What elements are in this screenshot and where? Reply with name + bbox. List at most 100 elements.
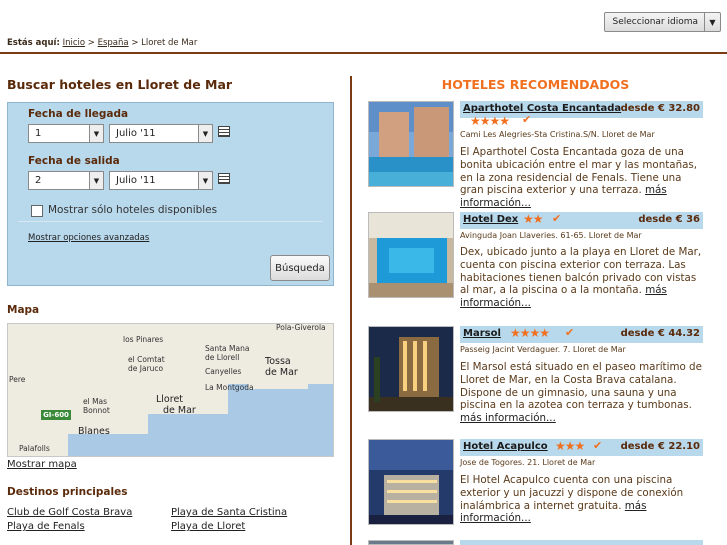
language-selector-label: Seleccionar idioma [612,17,698,27]
hotel-address: Avinguda Joan Llaveries. 61-65. Lloret d… [460,231,642,240]
map-label: La Montgoda [205,383,254,392]
checkmark-icon: ✔ [552,212,562,225]
available-only-checkbox[interactable] [31,205,43,217]
hotel-card: Marsol ★★★★ ✔ desde € 44.32 Passeig Jaci… [368,326,703,426]
hotel-description-text: El Marsol está situado en el paseo marít… [460,361,702,412]
hotel-address: Cami Les Alegries-Sta Cristina.S/N. Llor… [460,130,655,139]
advanced-options-link[interactable]: Mostrar opciones avanzadas [28,233,149,243]
map-label: Bonnot [83,406,110,415]
hotel-card: Aparthotel Costa Encantada ★★★★ ✔ desde … [368,101,703,209]
destinations-title: Destinos principales [7,486,128,498]
map-label: Blanes [78,426,110,437]
hotel-card: Hotel Acapulco ★★★ ✔ desde € 22.10 Jose … [368,439,703,539]
left-column: Buscar hoteles en Lloret de Mar Fecha de… [7,77,337,532]
hotel-photo[interactable] [368,212,454,298]
map-label: de Llorell [205,353,240,362]
hotel-price: desde € 36 [638,214,700,225]
map-label: Palafolls [19,444,50,453]
star-rating: ★★★★ [470,114,510,128]
divider [18,221,323,222]
destination-link[interactable]: Playa de Santa Cristina [171,507,287,518]
map-label: los Pinares [123,335,164,344]
hotel-card [368,540,703,545]
breadcrumb-country-link[interactable]: España [98,38,129,48]
breadcrumb-separator: > [87,38,95,48]
chevron-down-icon: ▼ [198,172,212,189]
hotel-header: Hotel Dex ★★ ✔ desde € 36 [460,212,703,229]
breadcrumb-separator: > [131,38,139,48]
map-label: Tossa [265,356,291,367]
hotel-photo[interactable] [368,439,454,525]
recommended-title: HOTELES RECOMENDADOS [441,77,630,92]
map-label: el Comtat [128,355,165,364]
search-title: Buscar hoteles en Lloret de Mar [7,77,233,92]
breadcrumb-home-link[interactable]: Inicio [63,38,86,48]
available-only-label: Mostrar sólo hoteles disponibles [48,204,218,216]
map[interactable]: Pola-Giverola los Pinares Santa Mana de … [7,323,334,457]
hotel-description-text: El Hotel Acapulco cuenta con una piscina… [460,474,684,512]
hotel-photo[interactable] [368,540,454,545]
map-label: Canyelles [205,367,242,376]
chevron-down-icon[interactable]: ▼ [704,13,720,31]
hotel-name-link[interactable]: Hotel Dex [463,214,518,225]
destination-link[interactable]: Club de Golf Costa Brava [7,507,132,518]
checkin-day-value: 1 [35,128,42,139]
chevron-down-icon: ▼ [198,125,212,142]
map-label: de Mar [265,367,298,378]
calendar-icon[interactable] [218,173,230,184]
checkout-day-select[interactable]: 2 ▼ [28,171,104,190]
checkmark-icon: ✔ [565,326,575,339]
checkout-month-select[interactable]: Julio '11 ▼ [109,171,213,190]
destination-link[interactable]: Playa de Fenals [7,521,85,532]
road-label: GI-600 [41,410,71,420]
star-rating: ★★★★ [510,326,550,340]
show-map-link[interactable]: Mostrar mapa [7,459,77,470]
breadcrumb: Estás aquí: Inicio > España > Lloret de … [7,38,197,48]
checkout-label: Fecha de salida [28,155,120,167]
hotel-name-link[interactable]: Aparthotel Costa Encantada [463,103,621,114]
checkout-month-value: Julio '11 [116,175,156,186]
hotel-description: Dex, ubicado junto a la playa en Lloret … [460,246,703,310]
calendar-icon[interactable] [218,126,230,137]
checkmark-icon: ✔ [522,113,532,126]
hotel-header [460,540,703,545]
top-bar: Seleccionar idioma ▼ [0,0,727,36]
hotel-price: desde € 22.10 [620,441,700,452]
hotel-header: Aparthotel Costa Encantada ★★★★ ✔ desde … [460,101,703,128]
hotel-price: desde € 44.32 [620,328,700,339]
hotel-description: El Marsol está situado en el paseo marít… [460,361,703,425]
map-label: de Jaruco [128,364,164,373]
hotel-header: Hotel Acapulco ★★★ ✔ desde € 22.10 [460,439,703,456]
map-label: Lloret [156,394,184,405]
breadcrumb-bar: Estás aquí: Inicio > España > Lloret de … [0,36,727,54]
checkmark-icon: ✔ [593,439,603,452]
checkin-label: Fecha de llegada [28,108,129,120]
hotel-description: El Aparthotel Costa Encantada goza de un… [460,146,703,210]
chevron-down-icon: ▼ [89,172,103,189]
checkin-month-select[interactable]: Julio '11 ▼ [109,124,213,143]
hotel-photo[interactable] [368,326,454,412]
search-form: Fecha de llegada 1 ▼ Julio '11 ▼ Fecha d… [7,102,334,286]
checkin-day-select[interactable]: 1 ▼ [28,124,104,143]
hotel-header: Marsol ★★★★ ✔ desde € 44.32 [460,326,703,343]
map-land [248,379,308,389]
map-title: Mapa [7,304,40,316]
hotel-address: Jose de Togores. 21. Lloret de Mar [460,458,596,467]
star-rating: ★★ [523,212,543,226]
star-rating: ★★★ [555,439,585,453]
hotel-description: El Hotel Acapulco cuenta con una piscina… [460,474,703,525]
map-label: Pola-Giverola [276,323,326,332]
more-info-link[interactable]: más información... [460,412,556,424]
map-label: Santa Mana [205,344,250,353]
hotel-name-link[interactable]: Hotel Acapulco [463,441,548,452]
language-selector[interactable]: Seleccionar idioma ▼ [603,12,721,32]
destination-link[interactable]: Playa de Lloret [171,521,245,532]
hotel-name-link[interactable]: Marsol [463,328,501,339]
breadcrumb-prefix: Estás aquí: [7,38,60,48]
hotel-photo[interactable] [368,101,454,187]
checkin-month-value: Julio '11 [116,128,156,139]
search-button[interactable]: Búsqueda [270,255,330,281]
hotel-price: desde € 32.80 [620,103,700,114]
column-divider [350,76,352,545]
breadcrumb-current: Lloret de Mar [141,38,198,48]
